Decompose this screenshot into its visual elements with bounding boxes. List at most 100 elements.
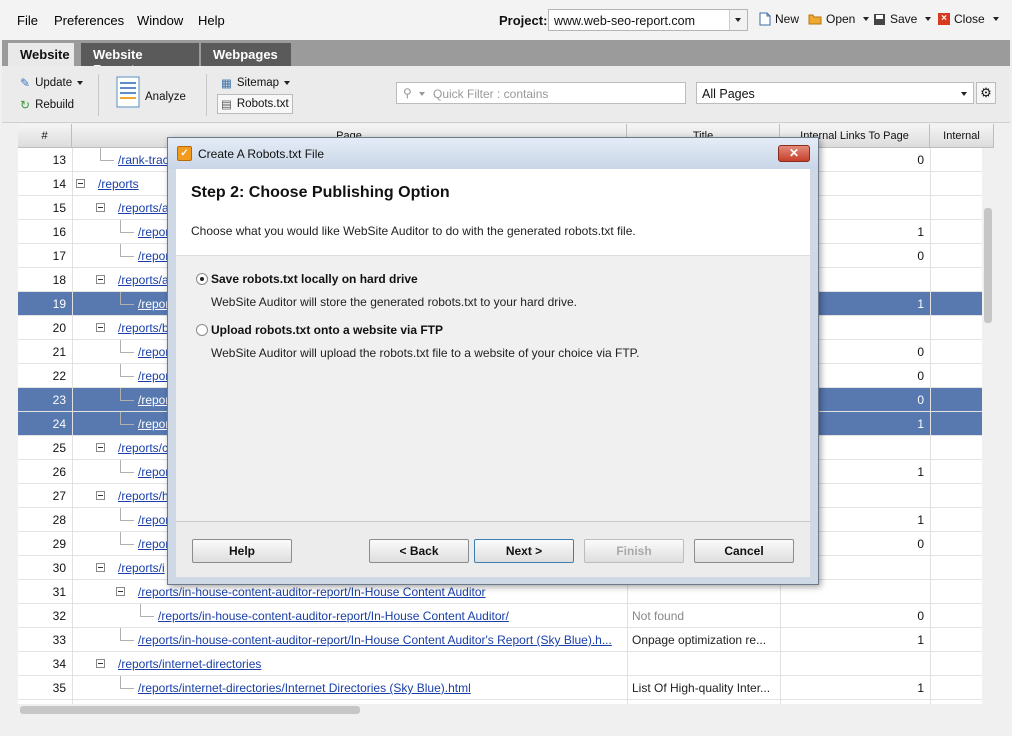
page-url-link[interactable]: /reports/h [118, 489, 169, 503]
analyze-label: Analyze [145, 91, 186, 103]
chevron-down-icon[interactable] [419, 92, 425, 96]
menu-help[interactable]: Help [198, 13, 225, 28]
next-button[interactable]: Next > [474, 539, 574, 563]
chevron-down-icon[interactable] [961, 92, 967, 96]
table-row[interactable]: 34/reports/internet-directories [18, 652, 982, 676]
back-button[interactable]: < Back [369, 539, 469, 563]
chevron-down-icon[interactable] [992, 17, 999, 21]
row-number: 19 [52, 297, 66, 311]
project-select[interactable]: www.web-seo-report.com [548, 9, 748, 31]
collapse-toggle-icon[interactable] [96, 659, 105, 668]
vertical-scrollbar[interactable] [982, 148, 994, 704]
project-label: Project: [499, 13, 548, 28]
collapse-toggle-icon[interactable] [96, 491, 105, 500]
page-url-link[interactable]: /reports/in-house-content-auditor-report… [138, 633, 612, 647]
tab-website[interactable]: Website [8, 43, 74, 66]
page-url-link[interactable]: /reports/in-house-content-auditor-report… [158, 609, 509, 623]
row-number: 26 [52, 465, 66, 479]
collapse-toggle-icon[interactable] [96, 275, 105, 284]
dialog-body: Step 2: Choose Publishing Option Choose … [176, 169, 810, 577]
tree-connector [100, 148, 101, 160]
page-url-link[interactable]: /reports/internet-directories [118, 657, 261, 671]
open-button[interactable]: Open [808, 12, 870, 26]
scrollbar-thumb[interactable] [20, 706, 360, 714]
page-url-link[interactable]: /reports/in-house-content-auditor-report… [138, 585, 486, 599]
internal-links-cell: 1 [917, 633, 924, 647]
menu-preferences[interactable]: Preferences [54, 13, 124, 28]
page-url-link[interactable]: /rank-trac [118, 153, 169, 167]
sitemap-button[interactable]: ▦ Sitemap [221, 76, 291, 90]
chevron-down-icon[interactable] [729, 10, 747, 30]
save-locally-radio[interactable] [196, 273, 208, 285]
toolbar-separator [98, 74, 99, 116]
pages-filter-select[interactable]: All Pages [696, 82, 974, 104]
chevron-down-icon[interactable] [863, 17, 870, 21]
robots-txt-button[interactable]: ▤ Robots.txt [217, 94, 293, 114]
collapse-toggle-icon[interactable] [96, 203, 105, 212]
dialog-titlebar[interactable]: ✓ Create A Robots.txt File ✕ [168, 138, 818, 169]
page-url-link[interactable]: /reports [98, 177, 139, 191]
page-url-link[interactable]: /reports/internet-directories/Internet D… [138, 681, 471, 695]
update-button[interactable]: ✎ Update [20, 76, 84, 90]
page-url-link[interactable]: /reports/a [118, 273, 169, 287]
save-locally-label[interactable]: Save robots.txt locally on hard drive [211, 272, 418, 286]
collapse-toggle-icon[interactable] [96, 443, 105, 452]
column-number[interactable]: # [18, 124, 72, 148]
close-button[interactable]: × Close [938, 12, 999, 26]
upload-ftp-radio[interactable] [196, 324, 208, 336]
collapse-toggle-icon[interactable] [116, 587, 125, 596]
new-file-icon [759, 12, 771, 26]
menu-file[interactable]: File [17, 13, 38, 28]
page-url-link[interactable]: /reports/c [118, 441, 168, 455]
internal-links-cell: 0 [917, 609, 924, 623]
project-value: www.web-seo-report.com [554, 14, 696, 28]
help-button[interactable]: Help [192, 539, 292, 563]
table-row[interactable]: 35/reports/internet-directories/Internet… [18, 676, 982, 700]
quick-filter-input[interactable]: ⚲ Quick Filter : contains [396, 82, 686, 104]
row-number: 22 [52, 369, 66, 383]
tab-website-report[interactable]: Website Report [81, 43, 199, 77]
tree-connector [120, 520, 134, 521]
upload-ftp-label[interactable]: Upload robots.txt onto a website via FTP [211, 323, 443, 337]
tree-connector [120, 244, 121, 256]
analyze-button[interactable]: Analyze [116, 76, 186, 108]
tree-connector [120, 388, 121, 400]
page-url-link[interactable]: /reports/i [118, 561, 165, 575]
table-row[interactable]: 33/reports/in-house-content-auditor-repo… [18, 628, 982, 652]
tab-webpages[interactable]: Webpages [201, 43, 291, 66]
close-button-label: Close [954, 12, 985, 26]
column-internal[interactable]: Internal [930, 124, 994, 148]
save-locally-description: WebSite Auditor will store the generated… [211, 295, 577, 309]
collapse-toggle-icon[interactable] [96, 563, 105, 572]
row-number: 34 [52, 657, 66, 671]
rebuild-button[interactable]: ↻ Rebuild [20, 98, 74, 112]
collapse-toggle-icon[interactable] [76, 179, 85, 188]
page-url-link[interactable]: /reports/a [118, 201, 169, 215]
chevron-down-icon[interactable] [77, 81, 84, 85]
collapse-toggle-icon[interactable] [96, 323, 105, 332]
row-number: 23 [52, 393, 66, 407]
page-title-cell: Onpage optimization re... [632, 633, 767, 647]
chevron-down-icon[interactable] [284, 81, 291, 85]
tree-connector [120, 400, 134, 401]
save-button[interactable]: Save [873, 12, 932, 26]
save-button-label: Save [890, 12, 918, 26]
horizontal-scrollbar[interactable] [18, 704, 994, 716]
document-analyze-icon [116, 76, 140, 108]
close-icon[interactable]: ✕ [778, 145, 810, 162]
column-divider [72, 148, 73, 704]
gear-icon[interactable]: ⚙ [976, 82, 996, 104]
row-number: 35 [52, 681, 66, 695]
app-icon: ✓ [177, 146, 192, 161]
chevron-down-icon[interactable] [925, 17, 932, 21]
page-url-link[interactable]: /reports/b [118, 321, 169, 335]
row-number: 16 [52, 225, 66, 239]
menu-window[interactable]: Window [137, 13, 183, 28]
step-description: Choose what you would like WebSite Audit… [191, 224, 636, 238]
scrollbar-thumb[interactable] [984, 208, 992, 323]
cancel-button[interactable]: Cancel [694, 539, 794, 563]
table-row[interactable]: 32/reports/in-house-content-auditor-repo… [18, 604, 982, 628]
new-button[interactable]: New [759, 12, 799, 26]
tree-connector [120, 460, 121, 472]
update-icon: ✎ [20, 76, 31, 90]
